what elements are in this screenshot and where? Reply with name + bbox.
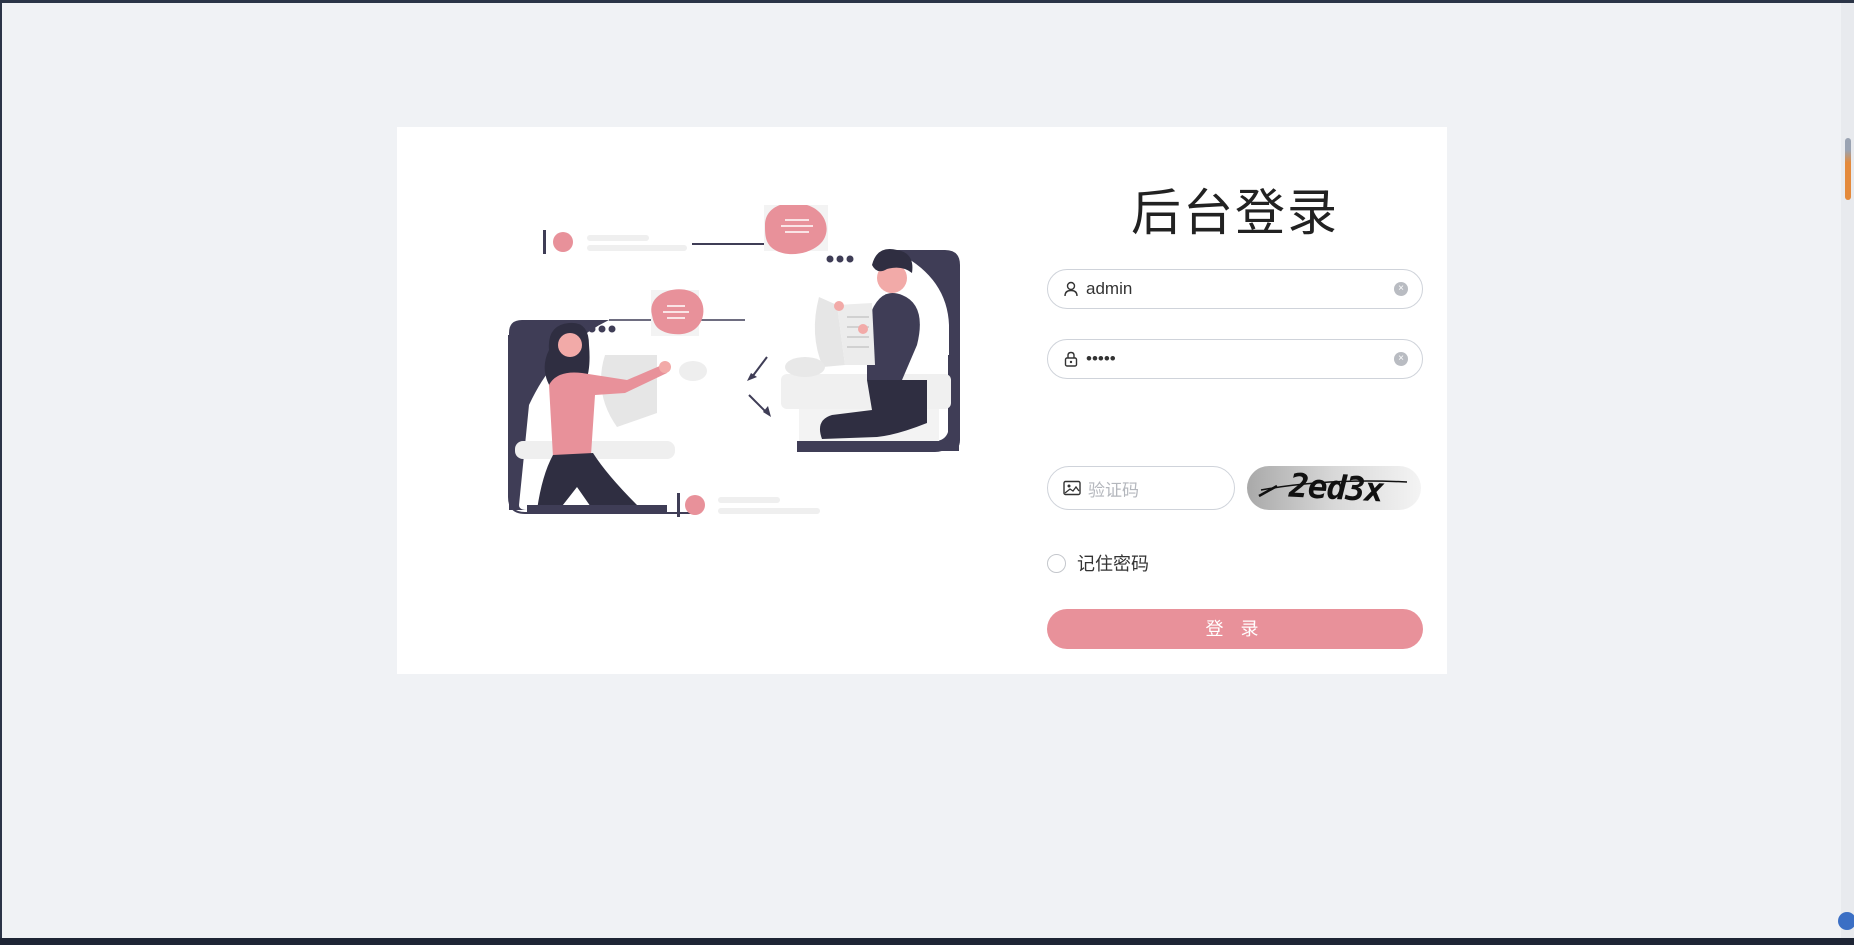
remember-radio[interactable]: [1047, 553, 1066, 573]
captcha-input[interactable]: 验证码: [1047, 466, 1235, 510]
captcha-image[interactable]: 2ed3x: [1247, 466, 1421, 510]
user-icon: [1063, 281, 1079, 297]
clear-icon[interactable]: ×: [1394, 352, 1408, 366]
page-title: 后台登录: [1131, 184, 1339, 242]
scrollbar-thumb[interactable]: [1845, 138, 1851, 200]
captcha-code: 2ed3x: [1288, 466, 1385, 510]
login-button[interactable]: 登 录: [1047, 609, 1423, 649]
lock-icon: [1063, 351, 1079, 367]
login-card: 后台登录 admin × ••••• × 验证码 2ed3x 记住密码 登 录: [397, 127, 1447, 674]
login-form: 后台登录 admin × ••••• × 验证码 2ed3x 记住密码 登 录: [1047, 182, 1423, 649]
image-icon: [1063, 480, 1081, 496]
remember-password[interactable]: 记住密码: [1047, 550, 1149, 576]
remember-label: 记住密码: [1077, 554, 1149, 574]
captcha-placeholder: 验证码: [1088, 480, 1139, 500]
password-value[interactable]: •••••: [1086, 349, 1394, 369]
username-field[interactable]: admin ×: [1047, 269, 1423, 309]
login-illustration: [508, 205, 960, 517]
username-value[interactable]: admin: [1086, 279, 1394, 299]
window-bottom-edge: [0, 938, 1854, 945]
floating-dot: [1838, 912, 1854, 930]
password-field[interactable]: ••••• ×: [1047, 339, 1423, 379]
clear-icon[interactable]: ×: [1394, 282, 1408, 296]
